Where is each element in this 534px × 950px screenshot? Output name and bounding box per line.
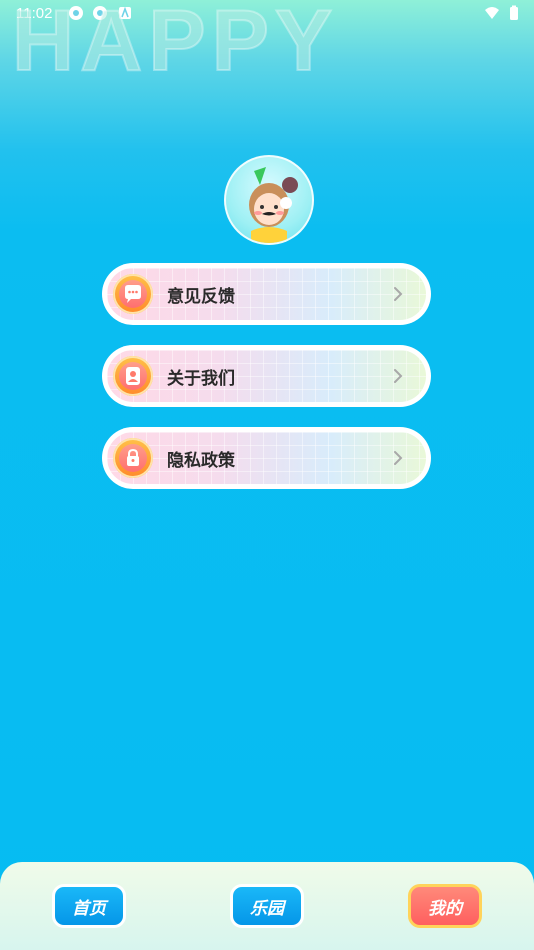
menu-item-background: 意见反馈 bbox=[107, 268, 426, 320]
chevron-right-icon bbox=[394, 451, 403, 465]
menu-label-about: 关于我们 bbox=[167, 369, 235, 389]
menu-item-background: 隐私政策 bbox=[107, 432, 426, 484]
chat-bubble-icon bbox=[113, 274, 153, 314]
menu-label-feedback: 意见反馈 bbox=[167, 287, 235, 307]
avatar-illustration bbox=[249, 167, 298, 243]
chevron-right-icon bbox=[394, 287, 403, 301]
menu-item-privacy[interactable]: 隐私政策 bbox=[102, 427, 431, 489]
tab-home[interactable]: 首页 bbox=[52, 884, 126, 928]
wifi-icon bbox=[485, 7, 499, 19]
battery-icon bbox=[510, 5, 518, 20]
person-icon bbox=[113, 356, 153, 396]
tab-paradise[interactable]: 乐园 bbox=[230, 884, 304, 928]
menu-item-feedback[interactable]: 意见反馈 bbox=[102, 263, 431, 325]
menu-label-privacy: 隐私政策 bbox=[167, 451, 235, 471]
tab-mine[interactable]: 我的 bbox=[408, 884, 482, 928]
chevron-right-icon bbox=[394, 369, 403, 383]
menu-item-background: 关于我们 bbox=[107, 350, 426, 402]
lock-icon bbox=[113, 438, 153, 478]
happy-banner-text: HAPPY bbox=[11, 0, 339, 90]
avatar[interactable] bbox=[224, 155, 314, 245]
menu-item-about[interactable]: 关于我们 bbox=[102, 345, 431, 407]
